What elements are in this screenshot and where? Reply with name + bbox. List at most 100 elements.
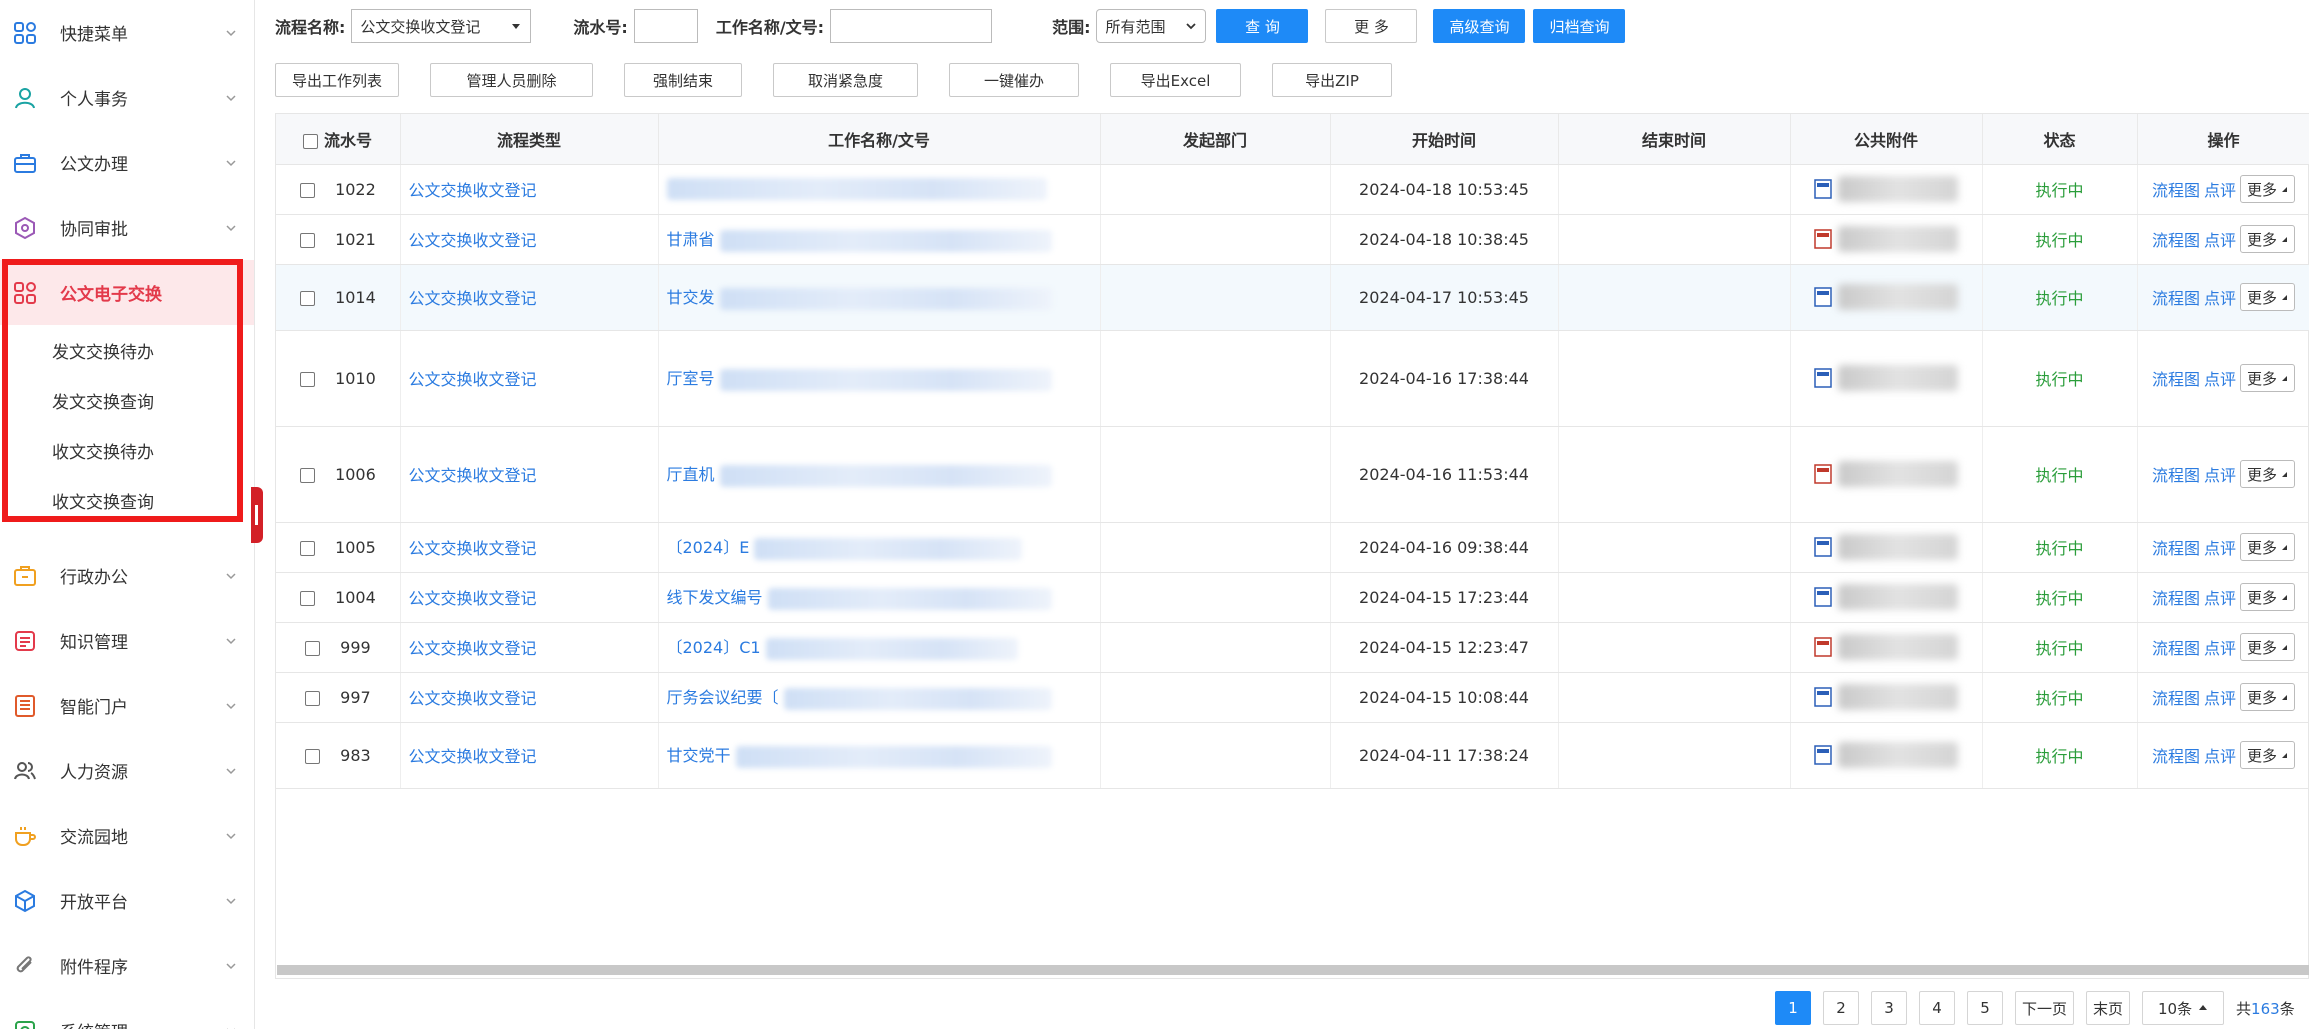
work-name-link[interactable]: 线下发文编号 bbox=[667, 588, 763, 607]
work-name-link[interactable]: 甘交发 bbox=[667, 288, 715, 307]
sidebar-item-collaborative-approval[interactable]: 协同审批 bbox=[0, 195, 254, 260]
row-more-button[interactable]: 更多 bbox=[2240, 364, 2296, 392]
row-checkbox[interactable] bbox=[299, 540, 315, 556]
comment-link[interactable]: 点评 bbox=[2204, 177, 2236, 201]
select-all-checkbox[interactable] bbox=[303, 133, 319, 149]
row-more-button[interactable]: 更多 bbox=[2240, 175, 2296, 203]
flow-name-select[interactable]: 公文交换收文登记 bbox=[351, 9, 532, 43]
flowchart-link[interactable]: 流程图 bbox=[2152, 366, 2200, 390]
flowchart-link[interactable]: 流程图 bbox=[2152, 535, 2200, 559]
serial-input[interactable] bbox=[633, 9, 698, 43]
comment-link[interactable]: 点评 bbox=[2204, 462, 2236, 486]
flowchart-link[interactable]: 流程图 bbox=[2152, 285, 2200, 309]
flow-type-link[interactable]: 公文交换收文登记 bbox=[409, 370, 537, 389]
row-more-button[interactable]: 更多 bbox=[2240, 533, 2296, 561]
table-row[interactable]: 1014 公文交换收文登记 甘交发 2024-04-17 10:53:45 执行中 流程… bbox=[276, 264, 2309, 331]
page-2-button[interactable]: 2 bbox=[1823, 991, 1859, 1025]
row-more-button[interactable]: 更多 bbox=[2240, 633, 2296, 661]
flow-type-link[interactable]: 公文交换收文登记 bbox=[409, 289, 537, 308]
row-more-button[interactable]: 更多 bbox=[2240, 741, 2296, 769]
sidebar-subitem-send-pending[interactable]: 发文交换待办 bbox=[0, 325, 254, 375]
file-icon[interactable] bbox=[1814, 229, 1832, 249]
row-checkbox[interactable] bbox=[304, 748, 320, 764]
file-icon[interactable] bbox=[1814, 537, 1832, 557]
file-icon[interactable] bbox=[1814, 687, 1832, 707]
work-name-input[interactable] bbox=[830, 9, 993, 43]
page-size-select[interactable]: 10条 bbox=[2142, 991, 2225, 1025]
file-icon[interactable] bbox=[1814, 745, 1832, 765]
comment-link[interactable]: 点评 bbox=[2204, 635, 2236, 659]
work-name-link[interactable]: 〔2024〕C1 bbox=[667, 638, 761, 657]
export-zip-button[interactable]: 导出ZIP bbox=[1272, 63, 1392, 97]
sidebar-subitem-send-query[interactable]: 发文交换查询 bbox=[0, 375, 254, 425]
sidebar-item-system-admin[interactable]: 系统管理 bbox=[0, 998, 254, 1029]
flow-type-link[interactable]: 公文交换收文登记 bbox=[409, 639, 537, 658]
file-icon[interactable] bbox=[1814, 368, 1832, 388]
flowchart-link[interactable]: 流程图 bbox=[2152, 585, 2200, 609]
last-page-button[interactable]: 末页 bbox=[2086, 991, 2131, 1025]
sidebar-item-attachments[interactable]: 附件程序 bbox=[0, 933, 254, 998]
flow-type-link[interactable]: 公文交换收文登记 bbox=[409, 231, 537, 250]
sidebar-subitem-receive-query[interactable]: 收文交换查询 bbox=[0, 475, 254, 525]
page-3-button[interactable]: 3 bbox=[1871, 991, 1907, 1025]
sidebar-item-hr[interactable]: 人力资源 bbox=[0, 738, 254, 803]
row-more-button[interactable]: 更多 bbox=[2240, 683, 2296, 711]
row-checkbox[interactable] bbox=[299, 290, 315, 306]
row-more-button[interactable]: 更多 bbox=[2240, 225, 2296, 253]
sidebar-item-communication[interactable]: 交流园地 bbox=[0, 803, 254, 868]
flow-type-link[interactable]: 公文交换收文登记 bbox=[409, 539, 537, 558]
file-icon[interactable] bbox=[1814, 587, 1832, 607]
flow-type-link[interactable]: 公文交换收文登记 bbox=[409, 466, 537, 485]
work-name-link[interactable]: 甘交党干 bbox=[667, 746, 731, 765]
page-1-button[interactable]: 1 bbox=[1775, 991, 1811, 1025]
file-icon[interactable] bbox=[1814, 179, 1832, 199]
comment-link[interactable]: 点评 bbox=[2204, 366, 2236, 390]
force-end-button[interactable]: 强制结束 bbox=[624, 63, 742, 97]
row-more-button[interactable]: 更多 bbox=[2240, 583, 2296, 611]
sidebar-item-document-handling[interactable]: 公文办理 bbox=[0, 130, 254, 195]
row-checkbox[interactable] bbox=[299, 371, 315, 387]
archive-query-button[interactable]: 归档查询 bbox=[1533, 9, 1626, 43]
table-row[interactable]: 1005 公文交换收文登记 〔2024〕E 2024-04-16 09:38:44 执… bbox=[276, 522, 2309, 573]
file-icon[interactable] bbox=[1814, 287, 1832, 307]
comment-link[interactable]: 点评 bbox=[2204, 285, 2236, 309]
work-name-link[interactable]: 厅务会议纪要〔 bbox=[667, 688, 779, 707]
table-row[interactable]: 1021 公文交换收文登记 甘肃省 2024-04-18 10:38:45 执行中 流程… bbox=[276, 214, 2309, 265]
comment-link[interactable]: 点评 bbox=[2204, 227, 2236, 251]
table-row[interactable]: 983 公文交换收文登记 甘交党干 2024-04-11 17:38:24 执行中 流程… bbox=[276, 722, 2309, 789]
file-icon[interactable] bbox=[1814, 464, 1832, 484]
work-name-link[interactable]: 厅室号 bbox=[667, 369, 715, 388]
file-icon[interactable] bbox=[1814, 637, 1832, 657]
row-checkbox[interactable] bbox=[299, 232, 315, 248]
query-button[interactable]: 查 询 bbox=[1216, 9, 1309, 43]
flow-type-link[interactable]: 公文交换收文登记 bbox=[409, 747, 537, 766]
sidebar-collapse-handle[interactable] bbox=[251, 487, 263, 543]
table-row[interactable]: 1004 公文交换收文登记 线下发文编号 2024-04-15 17:23:44 执行… bbox=[276, 572, 2309, 623]
comment-link[interactable]: 点评 bbox=[2204, 535, 2236, 559]
one-click-remind-button[interactable]: 一键催办 bbox=[949, 63, 1079, 97]
cancel-urgency-button[interactable]: 取消紧急度 bbox=[773, 63, 918, 97]
sidebar-item-smart-portal[interactable]: 智能门户 bbox=[0, 673, 254, 738]
sidebar-item-open-platform[interactable]: 开放平台 bbox=[0, 868, 254, 933]
more-filters-button[interactable]: 更 多 bbox=[1325, 9, 1418, 43]
flow-type-link[interactable]: 公文交换收文登记 bbox=[409, 589, 537, 608]
flowchart-link[interactable]: 流程图 bbox=[2152, 177, 2200, 201]
row-checkbox[interactable] bbox=[304, 640, 320, 656]
work-name-link[interactable]: 〔2024〕E bbox=[667, 538, 750, 557]
work-name-link[interactable]: 甘肃省 bbox=[667, 230, 715, 249]
comment-link[interactable]: 点评 bbox=[2204, 685, 2236, 709]
export-excel-button[interactable]: 导出Excel bbox=[1110, 63, 1241, 97]
page-4-button[interactable]: 4 bbox=[1919, 991, 1955, 1025]
next-page-button[interactable]: 下一页 bbox=[2015, 991, 2075, 1025]
flowchart-link[interactable]: 流程图 bbox=[2152, 635, 2200, 659]
horizontal-scrollbar[interactable] bbox=[277, 965, 2309, 975]
comment-link[interactable]: 点评 bbox=[2204, 743, 2236, 767]
row-checkbox[interactable] bbox=[304, 690, 320, 706]
row-checkbox[interactable] bbox=[299, 467, 315, 483]
table-row[interactable]: 1006 公文交换收文登记 厅直机 2024-04-16 11:53:44 执行中 流程… bbox=[276, 426, 2309, 523]
flow-type-link[interactable]: 公文交换收文登记 bbox=[409, 689, 537, 708]
comment-link[interactable]: 点评 bbox=[2204, 585, 2236, 609]
export-work-list-button[interactable]: 导出工作列表 bbox=[275, 63, 399, 97]
table-row[interactable]: 1022 公文交换收文登记 2024-04-18 10:53:45 执行中 流程图 点评… bbox=[276, 164, 2309, 215]
page-5-button[interactable]: 5 bbox=[1967, 991, 2003, 1025]
